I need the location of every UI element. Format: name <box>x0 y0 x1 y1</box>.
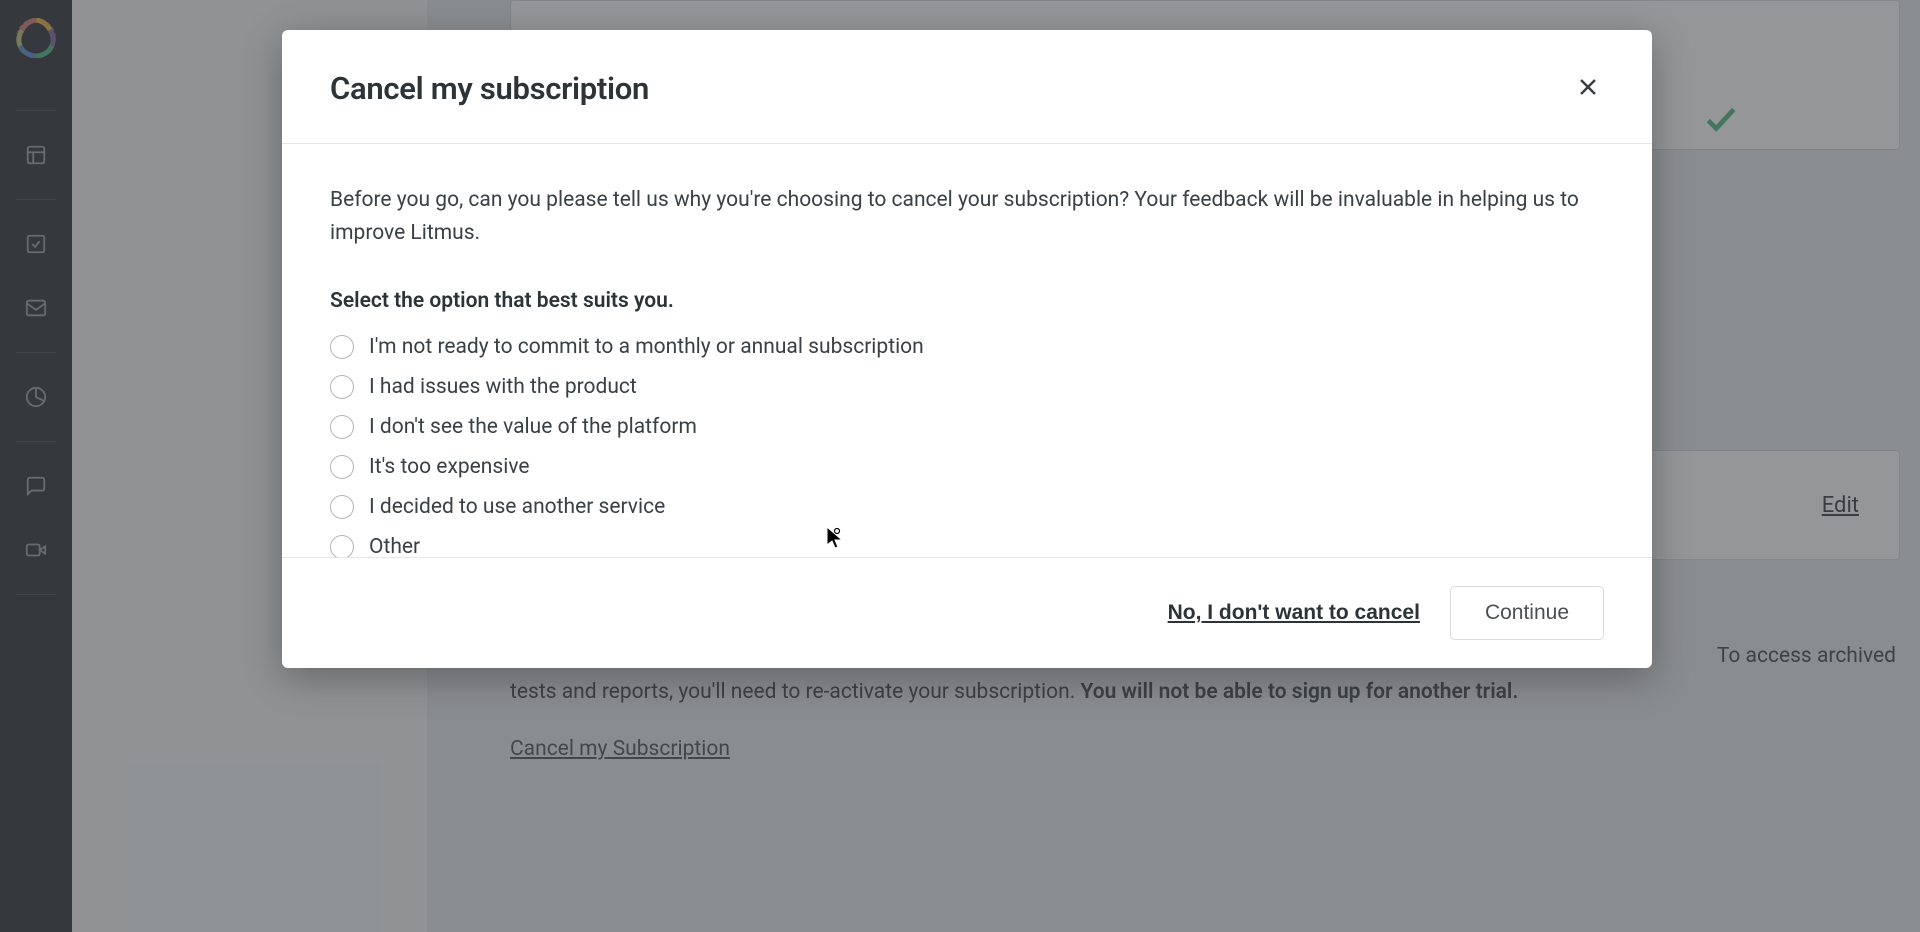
radio-label: I had issues with the product <box>369 375 637 399</box>
close-button[interactable] <box>1572 71 1604 106</box>
continue-button[interactable]: Continue <box>1450 586 1604 640</box>
select-heading: Select the option that best suits you. <box>330 289 1604 313</box>
close-icon <box>1576 87 1600 102</box>
cancel-subscription-modal: Cancel my subscription Before you go, ca… <box>282 30 1652 668</box>
cancel-reason-option[interactable]: I had issues with the product <box>330 375 1604 399</box>
modal-intro-text: Before you go, can you please tell us wh… <box>330 184 1604 249</box>
radio-label: Other <box>369 535 420 557</box>
modal-title: Cancel my subscription <box>330 70 649 107</box>
no-cancel-button[interactable]: No, I don't want to cancel <box>1168 601 1420 625</box>
radio-icon <box>330 415 354 439</box>
modal-body: Before you go, can you please tell us wh… <box>282 144 1652 557</box>
radio-label: It's too expensive <box>369 455 530 479</box>
cancel-reason-option[interactable]: I don't see the value of the platform <box>330 415 1604 439</box>
radio-icon <box>330 455 354 479</box>
radio-label: I decided to use another service <box>369 495 665 519</box>
radio-icon <box>330 535 354 557</box>
modal-footer: No, I don't want to cancel Continue <box>282 557 1652 668</box>
radio-label: I don't see the value of the platform <box>369 415 697 439</box>
radio-icon <box>330 495 354 519</box>
cancel-reason-option[interactable]: It's too expensive <box>330 455 1604 479</box>
radio-icon <box>330 375 354 399</box>
modal-header: Cancel my subscription <box>282 30 1652 144</box>
radio-label: I'm not ready to commit to a monthly or … <box>369 335 924 359</box>
cancel-reason-option[interactable]: I'm not ready to commit to a monthly or … <box>330 335 1604 359</box>
cancel-reason-option[interactable]: I decided to use another service <box>330 495 1604 519</box>
cancel-reason-option[interactable]: Other <box>330 535 1604 557</box>
radio-icon <box>330 335 354 359</box>
